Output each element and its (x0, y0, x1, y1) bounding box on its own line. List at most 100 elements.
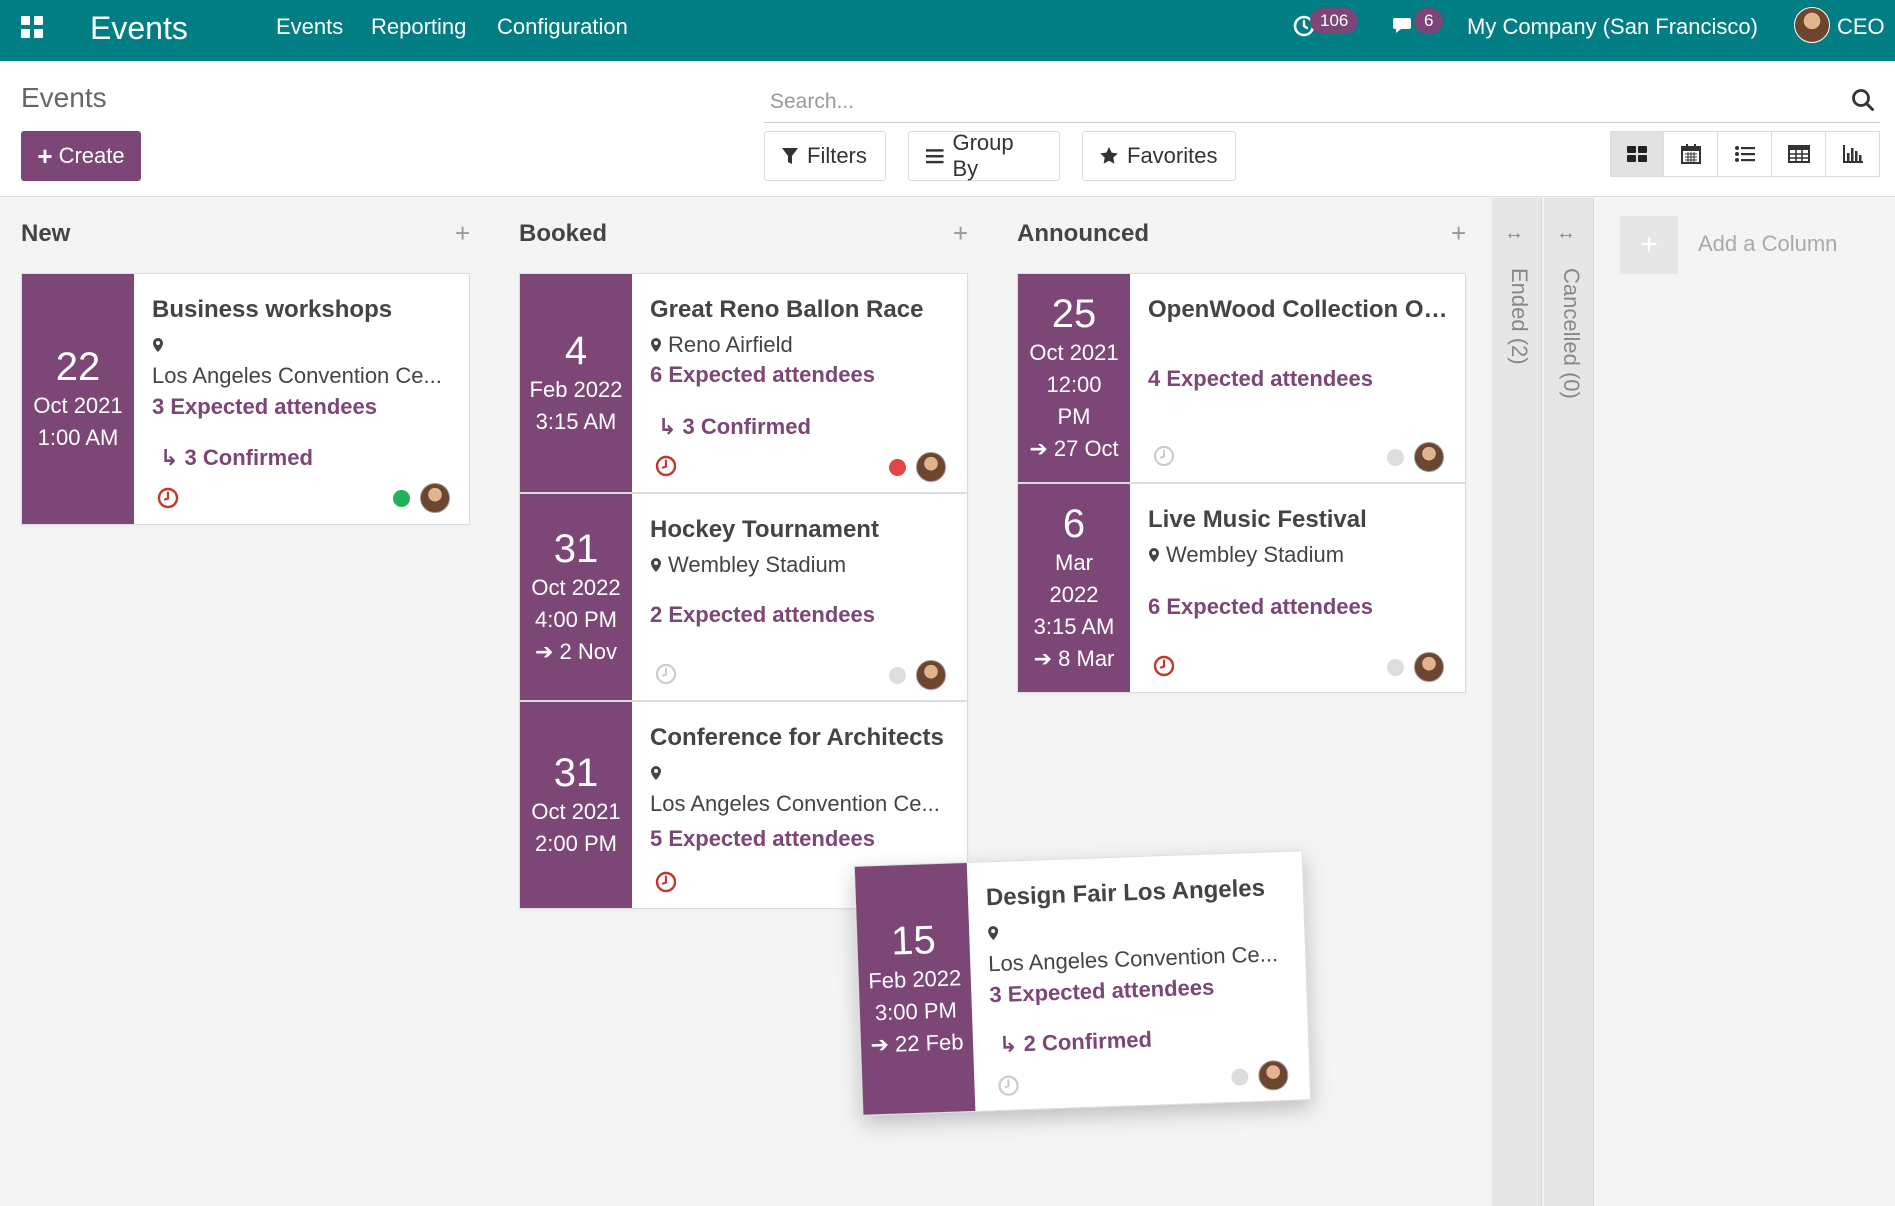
event-location (152, 332, 170, 358)
menu-reporting[interactable]: Reporting (371, 14, 466, 40)
confirmed-attendees: ↳ 2 Confirmed (998, 1026, 1153, 1057)
favorites-button[interactable]: Favorites (1082, 131, 1236, 181)
kanban-state-dot[interactable] (393, 490, 410, 507)
column-header-booked[interactable]: Booked (519, 220, 607, 248)
quick-create-booked-button[interactable]: + (953, 218, 968, 249)
event-location (650, 760, 668, 786)
kanban-state-dot[interactable] (889, 667, 906, 684)
event-time: 3:15 AM (1033, 614, 1115, 639)
table-icon (1787, 145, 1810, 163)
pivot-view-button[interactable] (1772, 131, 1826, 177)
expected-attendees: 2 Expected attendees (650, 602, 875, 627)
map-marker-icon (1149, 548, 1159, 562)
menu-configuration[interactable]: Configuration (497, 14, 628, 40)
search-bar (764, 81, 1880, 123)
event-month: Mar (1055, 550, 1093, 575)
event-card-body: OpenWood Collection Onl... 4 Expected at… (1148, 274, 1458, 482)
filters-button[interactable]: Filters (764, 131, 886, 181)
event-title: Live Music Festival (1148, 506, 1367, 533)
event-location-text: Los Angeles Convention Ce... (152, 363, 442, 388)
add-column-icon[interactable]: + (1620, 216, 1678, 274)
expected-attendees: 4 Expected attendees (1148, 366, 1373, 391)
event-date-block: 6 Mar 2022 3:15 AM ➔ 8 Mar (1018, 484, 1130, 692)
expected-attendees: 3 Expected attendees (152, 394, 377, 419)
expected-attendees: 6 Expected attendees (1148, 594, 1373, 619)
kanban-state-dot[interactable] (1387, 449, 1404, 466)
overdue-activity-clock-icon[interactable] (156, 486, 180, 510)
activity-count-badge[interactable]: 106 (1310, 8, 1359, 34)
folded-column-cancelled[interactable]: ↔ Cancelled (0) (1544, 198, 1594, 1206)
plus-icon: + (37, 140, 53, 171)
bars-icon (925, 149, 944, 164)
activity-clock-icon[interactable] (1152, 444, 1176, 468)
event-end-date: ➔ 22 Feb (870, 1029, 964, 1058)
group-by-label: Group By (952, 130, 1014, 181)
responsible-avatar[interactable] (916, 660, 946, 690)
responsible-avatar[interactable] (1414, 442, 1444, 472)
graph-view-button[interactable] (1826, 131, 1880, 177)
search-icon[interactable] (1850, 87, 1876, 113)
company-switcher[interactable]: My Company (San Francisco) (1467, 14, 1758, 40)
activity-clock-icon[interactable] (996, 1073, 1021, 1098)
event-end-date-text: 2 Nov (559, 639, 618, 664)
menu-events[interactable]: Events (276, 14, 343, 40)
activity-clock-icon[interactable] (654, 662, 678, 686)
kanban-view-button[interactable] (1610, 131, 1664, 177)
responsible-avatar[interactable] (420, 483, 450, 513)
breadcrumb-title: Events (21, 82, 107, 113)
calendar-view-button[interactable] (1664, 131, 1718, 177)
responsible-avatar[interactable] (1414, 652, 1444, 682)
confirmed-attendees: ↳ 3 Confirmed (658, 414, 811, 439)
message-count-badge[interactable]: 6 (1414, 8, 1444, 34)
overdue-activity-clock-icon[interactable] (654, 454, 678, 478)
app-brand[interactable]: Events (90, 10, 188, 47)
event-end-date-text: 22 Feb (894, 1029, 964, 1057)
column-header-new[interactable]: New (21, 220, 70, 248)
quick-create-new-button[interactable]: + (455, 218, 470, 249)
create-button[interactable]: + Create (21, 131, 141, 181)
event-location-text: Los Angeles Convention Ce... (987, 941, 1279, 977)
overdue-activity-clock-icon[interactable] (654, 870, 678, 894)
event-card[interactable]: 25 Oct 2021 12:00 PM ➔ 27 Oct OpenWood C… (1017, 273, 1466, 483)
event-title: Hockey Tournament (650, 516, 879, 543)
user-menu[interactable]: CEO (1837, 14, 1885, 40)
expected-attendees: 6 Expected attendees (650, 362, 875, 387)
dragged-event-card[interactable]: 15 Feb 2022 3:00 PM ➔ 22 Feb Design Fair… (853, 850, 1312, 1116)
event-month-year: Oct 2022 (531, 575, 621, 600)
group-by-button[interactable]: Group By (908, 130, 1060, 181)
map-marker-icon (651, 338, 661, 352)
kanban-state-dot[interactable] (889, 459, 906, 476)
column-header-announced[interactable]: Announced (1017, 220, 1149, 248)
bar-chart-icon (1842, 145, 1863, 163)
favorites-label: Favorites (1127, 143, 1218, 168)
overdue-activity-clock-icon[interactable] (1152, 654, 1176, 678)
map-marker-icon (651, 766, 661, 780)
expand-arrows-icon: ↔ (1556, 222, 1576, 244)
kanban-state-dot[interactable] (1387, 659, 1404, 676)
add-column-button[interactable]: Add a Column (1698, 231, 1837, 257)
search-input[interactable] (770, 87, 1830, 117)
event-date-block: 15 Feb 2022 3:00 PM ➔ 22 Feb (854, 862, 976, 1115)
apps-menu-icon[interactable] (21, 16, 43, 38)
user-avatar[interactable] (1794, 7, 1830, 43)
event-date-block: 4 Feb 2022 3:15 AM (520, 274, 632, 492)
event-year: 2022 (1049, 582, 1099, 607)
event-end-date: ➔ 27 Oct (1029, 436, 1119, 461)
event-day: 31 (553, 751, 599, 795)
event-card[interactable]: 31 Oct 2022 4:00 PM ➔ 2 Nov Hockey Tourn… (519, 493, 968, 701)
event-card[interactable]: 6 Mar 2022 3:15 AM ➔ 8 Mar Live Music Fe… (1017, 483, 1466, 693)
event-location: Reno Airfield (650, 332, 793, 358)
responsible-avatar[interactable] (916, 452, 946, 482)
event-card[interactable]: 22 Oct 2021 1:00 AM Business workshops L… (21, 273, 470, 525)
list-view-button[interactable] (1718, 131, 1772, 177)
quick-create-announced-button[interactable]: + (1451, 218, 1466, 249)
top-navbar: Events Events Reporting Configuration 10… (0, 0, 1895, 61)
folded-column-ended[interactable]: ↔ Ended (2) (1492, 198, 1542, 1206)
event-day: 4 (564, 329, 588, 373)
expected-attendees: 3 Expected attendees (988, 974, 1215, 1008)
event-card[interactable]: 4 Feb 2022 3:15 AM Great Reno Ballon Rac… (519, 273, 968, 493)
event-end-date-text: 27 Oct (1053, 436, 1119, 461)
event-time: 3:00 PM (874, 997, 958, 1026)
folded-column-label: Ended (2) (1507, 268, 1532, 365)
confirmed-count: 2 Confirmed (1023, 1026, 1153, 1057)
